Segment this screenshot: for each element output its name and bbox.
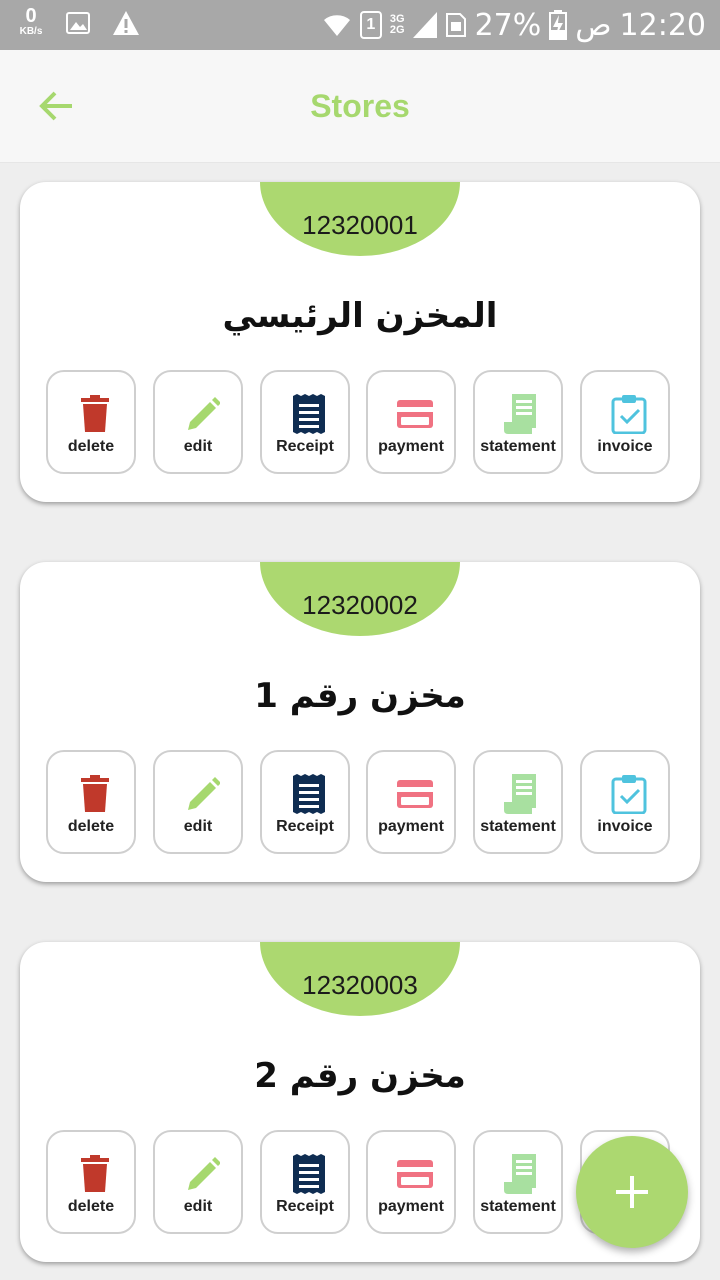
statement-label: statement <box>480 1198 556 1215</box>
edit-label: edit <box>183 438 213 455</box>
network-speed: 0 KB/s <box>14 6 48 37</box>
edit-button[interactable]: edit <box>153 1130 243 1234</box>
status-bar: 0 KB/s 1 3G 2G 27% ص 12:20 <box>0 0 720 50</box>
time-ampm: ص <box>575 7 612 43</box>
store-actions: delete edit Receipt <box>46 370 676 476</box>
sim-slot-badge: 1 <box>359 11 382 39</box>
clipboard-check-icon <box>611 395 647 434</box>
invoice-label: invoice <box>597 818 653 835</box>
network-type-2g: 2G <box>389 24 405 36</box>
store-code-tab: 12320003 <box>260 942 460 1016</box>
payment-label: payment <box>378 438 444 455</box>
receipt-button[interactable]: Receipt <box>260 1130 350 1234</box>
edit-label: edit <box>183 1198 213 1215</box>
store-name: مخزن رقم 1 <box>254 676 466 716</box>
statement-label: statement <box>480 438 556 455</box>
delete-label: delete <box>67 818 115 835</box>
delete-button[interactable]: delete <box>46 1130 136 1234</box>
network-type: 3G 2G <box>390 14 405 36</box>
wifi-icon <box>323 15 350 37</box>
statement-icon <box>504 1154 536 1194</box>
statement-button[interactable]: statement <box>473 1130 563 1234</box>
receipt-button[interactable]: Receipt <box>260 370 350 474</box>
signal-icon <box>412 12 437 38</box>
store-name: المخزن الرئيسي <box>222 296 498 336</box>
store-code-tab: 12320002 <box>260 562 460 636</box>
plus-icon <box>616 1176 648 1208</box>
receipt-button[interactable]: Receipt <box>260 750 350 854</box>
battery-percent: 27% <box>474 7 542 43</box>
store-actions: delete edit Receipt <box>46 750 676 856</box>
statement-icon <box>504 394 536 434</box>
edit-label: edit <box>183 818 213 835</box>
clock: 12:20 <box>619 7 706 43</box>
store-code: 12320001 <box>302 210 418 240</box>
payment-label: payment <box>378 818 444 835</box>
store-card-1: 12320001 المخزن الرئيسي delete edit Rece… <box>20 182 700 502</box>
receipt-icon <box>293 1154 325 1194</box>
receipt-icon <box>293 394 325 434</box>
page-title: Stores <box>310 88 410 124</box>
statement-button[interactable]: statement <box>473 750 563 854</box>
trash-icon <box>81 1155 109 1192</box>
store-code-tab: 12320001 <box>260 182 460 256</box>
receipt-icon <box>293 774 325 814</box>
trash-icon <box>81 395 109 432</box>
network-speed-unit: KB/s <box>19 26 43 37</box>
credit-card-icon <box>397 780 433 808</box>
image-notification-icon <box>66 12 90 34</box>
trash-icon <box>81 775 109 812</box>
payment-button[interactable]: payment <box>366 1130 456 1234</box>
delete-button[interactable]: delete <box>46 370 136 474</box>
back-arrow-icon[interactable] <box>36 86 76 126</box>
app-bar: Stores <box>0 50 720 163</box>
receipt-label: Receipt <box>276 1198 334 1215</box>
payment-button[interactable]: payment <box>366 370 456 474</box>
delete-label: delete <box>67 438 115 455</box>
add-store-button[interactable] <box>576 1136 688 1248</box>
warning-icon <box>113 11 139 35</box>
invoice-button[interactable]: invoice <box>580 750 670 854</box>
statement-icon <box>504 774 536 814</box>
store-code: 12320003 <box>302 970 418 1000</box>
credit-card-icon <box>397 1160 433 1188</box>
store-card-2: 12320002 مخزن رقم 1 delete edit Receipt … <box>20 562 700 882</box>
store-code: 12320002 <box>302 590 418 620</box>
delete-label: delete <box>67 1198 115 1215</box>
payment-button[interactable]: payment <box>366 750 456 854</box>
statement-label: statement <box>480 818 556 835</box>
receipt-label: Receipt <box>276 438 334 455</box>
pencil-icon <box>188 777 220 810</box>
invoice-label: invoice <box>597 438 653 455</box>
battery-charging-icon <box>549 10 568 40</box>
delete-button[interactable]: delete <box>46 750 136 854</box>
network-speed-value: 0 <box>25 5 37 27</box>
store-name: مخزن رقم 2 <box>254 1056 466 1096</box>
statement-button[interactable]: statement <box>473 370 563 474</box>
clipboard-check-icon <box>611 775 647 814</box>
credit-card-icon <box>397 400 433 428</box>
sim-card-icon <box>445 13 466 37</box>
edit-button[interactable]: edit <box>153 370 243 474</box>
pencil-icon <box>188 1157 220 1190</box>
pencil-icon <box>188 397 220 430</box>
payment-label: payment <box>378 1198 444 1215</box>
invoice-button[interactable]: invoice <box>580 370 670 474</box>
receipt-label: Receipt <box>276 818 334 835</box>
edit-button[interactable]: edit <box>153 750 243 854</box>
